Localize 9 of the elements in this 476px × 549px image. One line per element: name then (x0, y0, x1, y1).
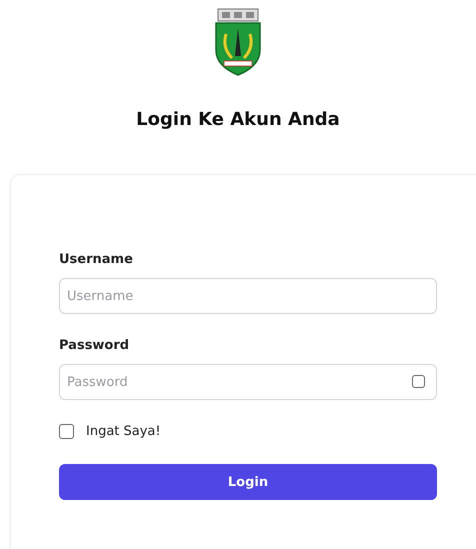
page-title: Login Ke Akun Anda (136, 108, 340, 132)
username-field[interactable]: Username (59, 278, 437, 314)
show-password-checkbox[interactable] (412, 375, 425, 388)
password-field[interactable]: Password (59, 364, 437, 400)
field-label: Username (59, 252, 134, 268)
field-label: Password (59, 338, 130, 354)
login-button[interactable]: Login (59, 464, 437, 500)
remember-label: Ingat Saya! (86, 424, 161, 439)
remember-checkbox[interactable] (59, 424, 74, 439)
